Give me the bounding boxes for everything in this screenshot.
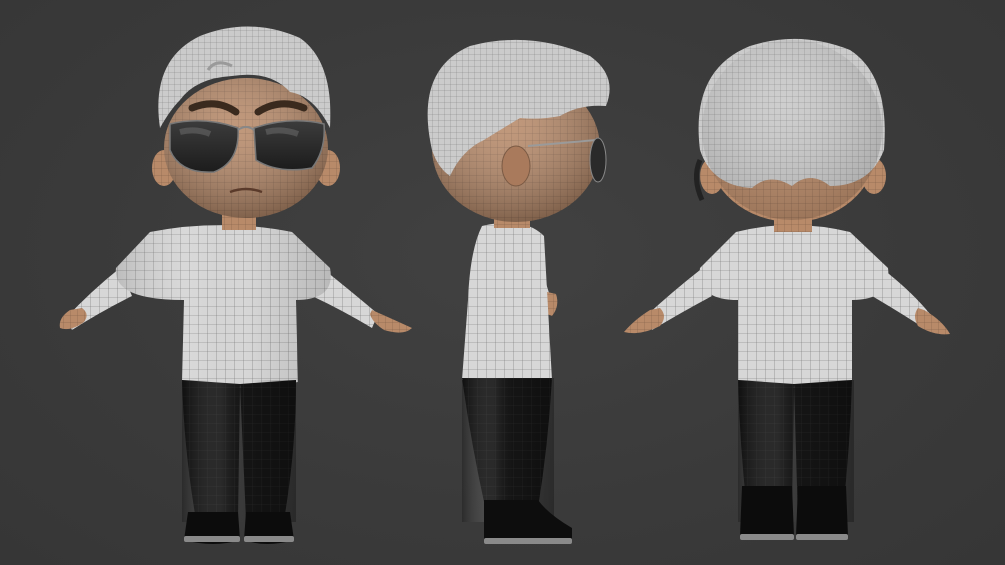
character-side-view bbox=[427, 39, 610, 544]
back-left-shoe bbox=[740, 486, 794, 536]
back-right-shoe bbox=[796, 486, 848, 536]
right-hand bbox=[370, 310, 412, 333]
left-hand bbox=[59, 308, 87, 330]
back-left-hand bbox=[624, 308, 664, 334]
side-shoe bbox=[484, 500, 572, 542]
back-right-hand bbox=[915, 308, 950, 335]
side-shirt bbox=[462, 222, 552, 385]
back-shirt bbox=[699, 225, 889, 388]
character-front-view bbox=[59, 26, 412, 544]
character-turnaround bbox=[59, 26, 950, 544]
side-ear bbox=[501, 145, 531, 187]
render-viewport bbox=[0, 0, 1005, 565]
character-back-view bbox=[624, 38, 950, 540]
